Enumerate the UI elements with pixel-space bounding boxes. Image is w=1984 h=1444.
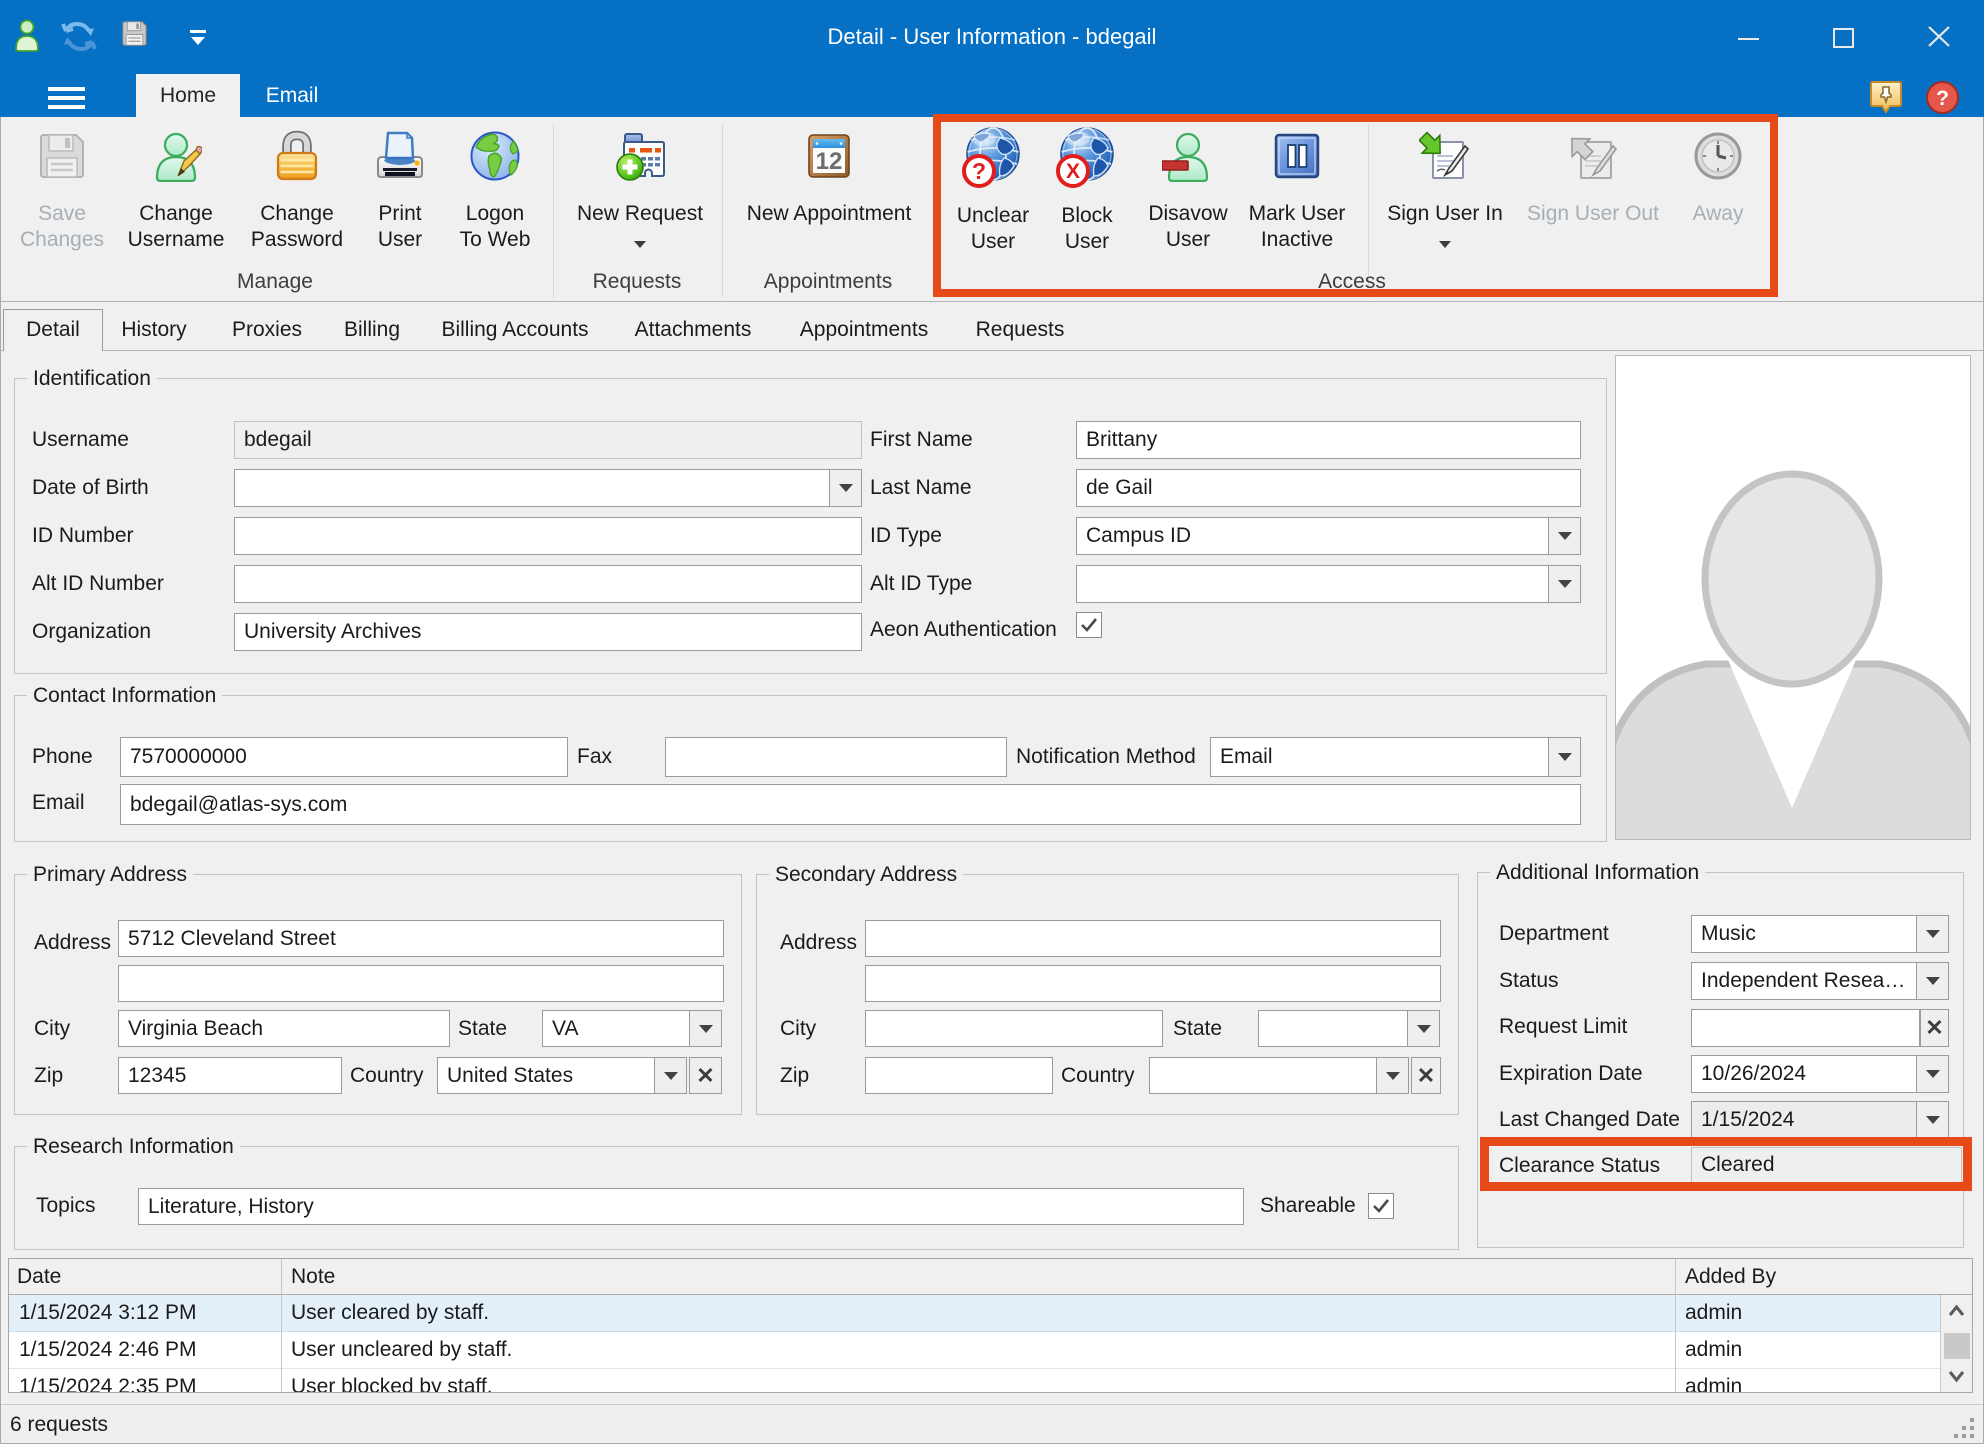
svg-text:?: ? xyxy=(1936,87,1949,110)
